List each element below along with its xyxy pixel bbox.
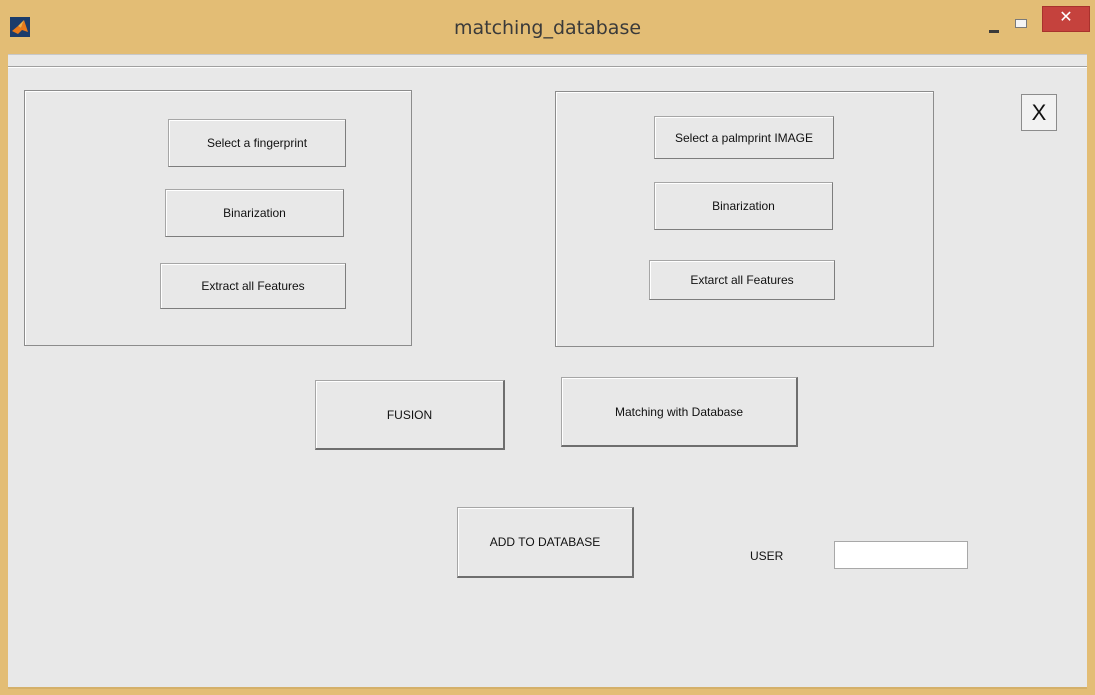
divider-highlight — [8, 67, 1087, 68]
app-window: matching_database ✕ Select a fingerprint… — [0, 0, 1095, 695]
window-title: matching_database — [453, 17, 642, 39]
palmprint-extract-features-button[interactable]: Extarct all Features — [649, 260, 835, 300]
fusion-button[interactable]: FUSION — [315, 380, 505, 450]
minimize-button[interactable] — [982, 18, 1008, 38]
maximize-button[interactable] — [1010, 14, 1034, 34]
fingerprint-extract-features-button[interactable]: Extract all Features — [160, 263, 346, 309]
close-x-button[interactable]: X — [1021, 94, 1057, 131]
select-palmprint-button[interactable]: Select a palmprint IMAGE — [654, 116, 834, 159]
title-bar[interactable]: matching_database ✕ — [0, 0, 1095, 54]
user-label: USER — [750, 549, 784, 563]
select-fingerprint-button[interactable]: Select a fingerprint — [168, 119, 346, 167]
fingerprint-binarization-button[interactable]: Binarization — [165, 189, 344, 237]
matching-database-button[interactable]: Matching with Database — [561, 377, 798, 447]
window-close-button[interactable]: ✕ — [1042, 6, 1090, 32]
palmprint-binarization-button[interactable]: Binarization — [654, 182, 833, 230]
add-to-database-button[interactable]: ADD TO DATABASE — [457, 507, 634, 578]
user-input[interactable] — [834, 541, 968, 569]
bottom-border — [8, 687, 1087, 689]
figure-area: Select a fingerprint Binarization Extrac… — [8, 54, 1087, 689]
